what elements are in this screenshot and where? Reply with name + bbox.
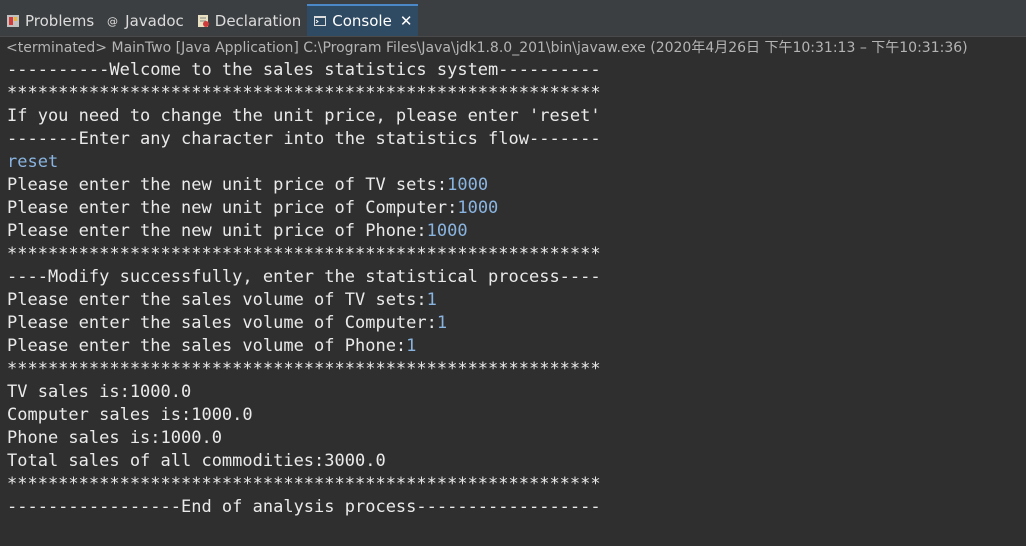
- prompt-text: Please enter the sales volume of Phone:: [7, 336, 407, 356]
- tab-problems[interactable]: Problems: [0, 6, 100, 36]
- console-line: ****************************************…: [7, 474, 601, 494]
- user-input: 1000: [457, 198, 499, 218]
- tab-label: Javadoc: [125, 12, 184, 30]
- tab-label: Problems: [25, 12, 95, 30]
- problems-icon: [6, 14, 20, 28]
- console-line: -------Enter any character into the stat…: [7, 129, 601, 149]
- console-window: Problems @ Javadoc Declaration Console ✕…: [0, 0, 1026, 546]
- user-input: 1000: [447, 175, 489, 195]
- console-line: Please enter the sales volume of TV sets…: [7, 289, 1026, 312]
- console-line: Please enter the sales volume of Compute…: [7, 312, 1026, 335]
- console-line: If you need to change the unit price, pl…: [7, 106, 601, 126]
- prompt-text: Please enter the new unit price of TV se…: [7, 175, 448, 195]
- declaration-icon: [196, 14, 210, 28]
- prompt-text: Please enter the sales volume of TV sets…: [7, 290, 427, 310]
- tab-label: Declaration: [214, 12, 302, 30]
- tab-label: Console: [332, 12, 392, 30]
- user-input: 1: [436, 313, 448, 333]
- console-line: ****************************************…: [7, 244, 601, 264]
- prompt-text: Please enter the new unit price of Phone…: [7, 221, 427, 241]
- user-input: reset: [7, 152, 59, 172]
- prompt-text: Please enter the new unit price of Compu…: [7, 198, 458, 218]
- console-line: ----------Welcome to the sales statistic…: [7, 60, 601, 80]
- console-icon: [313, 14, 327, 28]
- console-line: Please enter the new unit price of Compu…: [7, 197, 1026, 220]
- console-line: Please enter the new unit price of Phone…: [7, 220, 1026, 243]
- console-output[interactable]: ----------Welcome to the sales statistic…: [0, 59, 1026, 519]
- user-input: 1: [406, 336, 417, 356]
- console-line: Computer sales is:1000.0: [7, 405, 253, 425]
- console-line: ----Modify successfully, enter the stati…: [7, 267, 601, 287]
- user-input: 1000: [426, 221, 468, 241]
- process-status: <terminated> MainTwo [Java Application] …: [0, 37, 1026, 59]
- console-line: ****************************************…: [7, 83, 601, 103]
- tab-javadoc[interactable]: @ Javadoc: [100, 6, 190, 36]
- console-line: Total sales of all commodities:3000.0: [7, 451, 386, 471]
- console-line: Phone sales is:1000.0: [7, 428, 222, 448]
- tab-console[interactable]: Console ✕: [307, 4, 419, 36]
- tab-declaration[interactable]: Declaration: [190, 6, 307, 36]
- close-icon[interactable]: ✕: [400, 12, 413, 30]
- prompt-text: Please enter the sales volume of Compute…: [7, 313, 437, 333]
- console-line: ****************************************…: [7, 359, 601, 379]
- view-tab-bar: Problems @ Javadoc Declaration Console ✕: [0, 0, 1026, 37]
- user-input: 1: [426, 290, 437, 310]
- svg-text:@: @: [107, 15, 118, 28]
- console-line: TV sales is:1000.0: [7, 382, 192, 402]
- javadoc-icon: @: [106, 14, 120, 28]
- console-line: Please enter the sales volume of Phone:1: [7, 335, 1026, 358]
- console-line: -----------------End of analysis process…: [7, 497, 601, 517]
- console-line: Please enter the new unit price of TV se…: [7, 174, 1026, 197]
